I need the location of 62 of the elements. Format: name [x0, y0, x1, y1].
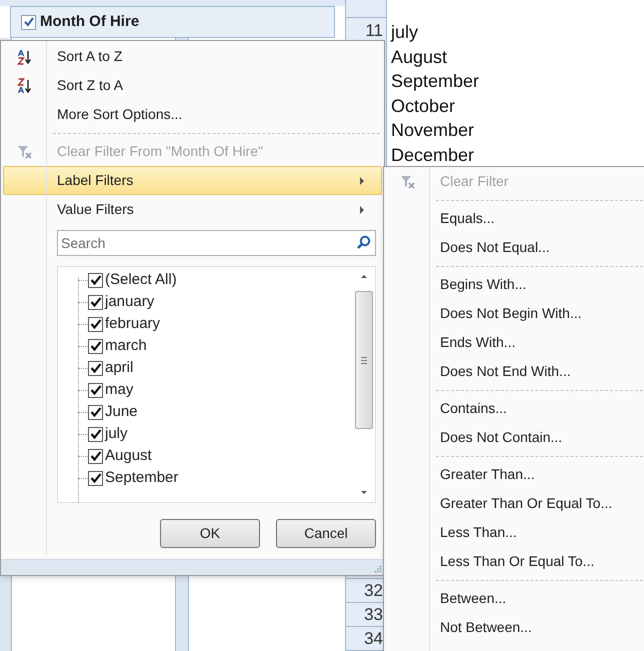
- menu-item[interactable]: Not Between...: [386, 613, 644, 642]
- option-label: may: [105, 380, 134, 400]
- menu-item[interactable]: Less Than...: [386, 518, 644, 547]
- option-label: August: [105, 446, 152, 466]
- cell-text: November: [391, 120, 474, 140]
- dialog-button[interactable]: Cancel: [276, 519, 376, 548]
- checkbox[interactable]: [88, 338, 103, 354]
- row-number: 34: [364, 628, 383, 650]
- menu-item[interactable]: Between...: [386, 584, 644, 613]
- option-label: September: [105, 468, 178, 488]
- cell-text: October: [391, 96, 456, 116]
- checkbox[interactable]: [21, 14, 36, 30]
- menu-item[interactable]: Does Not Contain...: [386, 423, 644, 452]
- option-label: march: [105, 336, 147, 356]
- menu-item[interactable]: Does Not Begin With...: [386, 299, 644, 328]
- menu-item[interactable]: Sort Z to A: [3, 71, 382, 100]
- menu-item[interactable]: Does Not End With...: [386, 357, 644, 386]
- resize-grip-icon[interactable]: [374, 565, 382, 573]
- filter-header-cell: Month Of Hire: [10, 6, 335, 38]
- row-number: 33: [364, 604, 383, 626]
- option-label: april: [105, 358, 134, 378]
- submenu-arrow-icon: [359, 204, 365, 214]
- menu-item[interactable]: Contains...: [386, 394, 644, 423]
- cell-text: September: [391, 71, 480, 91]
- option-label: january: [105, 292, 154, 312]
- menu-item[interactable]: More Sort Options...: [3, 100, 382, 129]
- option-label: June: [105, 402, 138, 422]
- cell-text: july: [391, 22, 418, 42]
- checkbox[interactable]: [88, 470, 103, 486]
- menu-item[interactable]: Value Filters: [3, 195, 382, 224]
- checkbox[interactable]: [88, 316, 103, 332]
- option-label: (Select All): [105, 270, 177, 290]
- menu-item[interactable]: Less Than Or Equal To...: [386, 547, 644, 576]
- row-number: 11: [365, 20, 383, 42]
- dialog-button[interactable]: OK: [160, 519, 260, 548]
- menu-item[interactable]: Ends With...: [386, 328, 644, 357]
- checkbox[interactable]: [88, 426, 103, 442]
- clear-filter-icon: [400, 174, 415, 189]
- cell-text: December: [391, 144, 474, 164]
- checkbox[interactable]: [88, 360, 103, 376]
- clear-filter-icon: [17, 144, 32, 159]
- option-label: july: [105, 424, 128, 444]
- menu-item[interactable]: Sort A to Z: [3, 42, 382, 71]
- menu-item[interactable]: Does Not Equal...: [386, 233, 644, 262]
- menu-item[interactable]: Greater Than Or Equal To...: [386, 489, 644, 518]
- checkbox[interactable]: [88, 404, 103, 420]
- submenu-arrow-icon: [359, 176, 365, 186]
- option-label: february: [105, 314, 160, 334]
- search-icon: [356, 235, 371, 250]
- checkbox[interactable]: [88, 272, 103, 288]
- menu-item[interactable]: Greater Than...: [386, 460, 644, 489]
- search-field[interactable]: Search: [57, 230, 376, 256]
- sort-descending-icon: [17, 78, 32, 94]
- checkbox[interactable]: [88, 382, 103, 398]
- cell-text: August: [391, 46, 448, 66]
- checkbox[interactable]: [88, 294, 103, 310]
- menu-item[interactable]: Begins With...: [386, 270, 644, 299]
- row-number: 32: [364, 580, 383, 602]
- sort-ascending-icon: [17, 48, 32, 64]
- checkbox[interactable]: [88, 448, 103, 464]
- menu-item[interactable]: Equals...: [386, 204, 644, 233]
- menu-item[interactable]: Label Filters: [3, 166, 382, 195]
